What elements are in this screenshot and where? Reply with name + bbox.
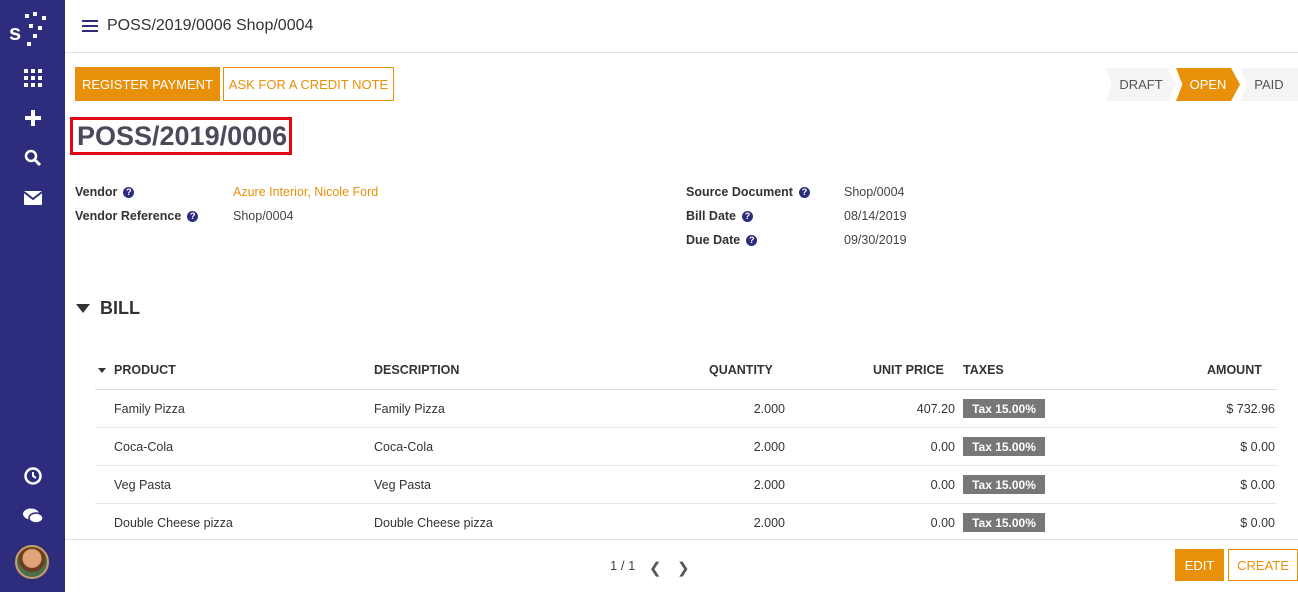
vendor-reference-label-text: Vendor Reference [75, 209, 182, 223]
help-icon[interactable]: ? [742, 210, 754, 222]
help-icon[interactable]: ? [123, 186, 135, 198]
col-taxes[interactable]: TAXES [963, 363, 1004, 377]
document-title: POSS/2019/0006 [70, 117, 292, 155]
cell-unit-price: 0.00 [930, 478, 955, 492]
collapse-triangle-icon [76, 304, 90, 313]
ask-credit-note-button[interactable]: ASK FOR A CREDIT NOTE [223, 67, 394, 101]
table-row[interactable]: Double Cheese pizza Double Cheese pizza … [95, 504, 1277, 542]
tax-badge: Tax 15.00% [963, 475, 1045, 494]
search-icon[interactable] [0, 143, 65, 173]
avatar[interactable] [15, 545, 49, 579]
sidebar: s [0, 0, 65, 592]
col-description[interactable]: DESCRIPTION [374, 363, 459, 377]
plus-icon[interactable] [0, 103, 65, 133]
breadcrumb: POSS/2019/0006 Shop/0004 [107, 17, 314, 34]
cell-product: Veg Pasta [114, 478, 171, 492]
apps-grid-icon[interactable] [0, 63, 65, 93]
bill-section-toggle[interactable]: BILL [76, 298, 140, 319]
bill-date-label: Bill Date? [686, 209, 754, 223]
pager-value: 1 / 1 [610, 558, 636, 573]
cell-description: Coca-Cola [374, 440, 434, 454]
cell-description: Family Pizza [374, 402, 445, 416]
svg-text:s: s [9, 20, 21, 45]
mail-icon[interactable] [0, 183, 65, 213]
bill-date-label-text: Bill Date [686, 209, 737, 223]
vendor-reference-value: Shop/0004 [233, 209, 294, 223]
vendor-reference-label: Vendor Reference? [75, 209, 199, 223]
table-row[interactable]: Family Pizza Family Pizza 2.000 407.20 T… [95, 390, 1277, 428]
due-date-label: Due Date? [686, 233, 758, 247]
cell-quantity: 2.000 [753, 516, 785, 530]
due-date-value: 09/30/2019 [844, 233, 907, 247]
due-date-label-text: Due Date [686, 233, 741, 247]
cell-amount: $ 0.00 [1240, 516, 1275, 530]
cell-unit-price: 407.20 [916, 402, 955, 416]
tax-badge: Tax 15.00% [963, 437, 1045, 456]
register-payment-button[interactable]: REGISTER PAYMENT [75, 67, 220, 101]
menu-toggle-icon[interactable] [82, 20, 98, 34]
cell-product: Coca-Cola [114, 440, 174, 454]
cell-quantity: 2.000 [753, 478, 785, 492]
cell-unit-price: 0.00 [930, 440, 955, 454]
create-button[interactable]: CREATE [1228, 549, 1298, 581]
section-title: BILL [100, 298, 140, 318]
help-icon[interactable]: ? [187, 210, 199, 222]
help-icon[interactable]: ? [746, 234, 758, 246]
clock-icon[interactable] [0, 461, 65, 491]
chevron-left-icon[interactable]: ❮ [649, 559, 662, 577]
col-product[interactable]: PRODUCT [114, 363, 176, 377]
vendor-label: Vendor? [75, 185, 135, 199]
tax-badge: Tax 15.00% [963, 513, 1045, 532]
cell-amount: $ 0.00 [1240, 440, 1275, 454]
cell-quantity: 2.000 [753, 402, 785, 416]
cell-amount: $ 732.96 [1226, 402, 1275, 416]
chevron-right-icon[interactable]: ❯ [677, 559, 690, 577]
source-document-label: Source Document? [686, 185, 810, 199]
col-amount[interactable]: AMOUNT [1207, 363, 1262, 377]
app-logo[interactable]: s [9, 10, 55, 50]
topbar: POSS/2019/0006 Shop/0004 [65, 0, 1298, 53]
source-document-label-text: Source Document [686, 185, 793, 199]
source-document-value: Shop/0004 [844, 185, 905, 199]
tax-badge: Tax 15.00% [963, 399, 1045, 418]
cell-product: Double Cheese pizza [114, 516, 233, 530]
vendor-label-text: Vendor [75, 185, 118, 199]
sort-desc-icon[interactable] [98, 368, 106, 373]
cell-unit-price: 0.00 [930, 516, 955, 530]
cell-description: Veg Pasta [374, 478, 431, 492]
col-unit-price[interactable]: UNIT PRICE [873, 363, 944, 377]
table-row[interactable]: Veg Pasta Veg Pasta 2.000 0.00 Tax 15.00… [95, 466, 1277, 504]
vendor-value[interactable]: Azure Interior, Nicole Ford [233, 185, 378, 199]
status-open[interactable]: OPEN [1176, 68, 1240, 101]
status-draft[interactable]: DRAFT [1106, 68, 1176, 101]
footer-bar: 1 / 1 ❮ ❯ EDIT CREATE [65, 539, 1298, 592]
col-quantity[interactable]: QUANTITY [709, 363, 773, 377]
edit-button[interactable]: EDIT [1175, 549, 1224, 581]
help-icon[interactable]: ? [798, 186, 810, 198]
status-paid[interactable]: PAID [1240, 68, 1298, 101]
cell-description: Double Cheese pizza [374, 516, 493, 530]
cell-product: Family Pizza [114, 402, 185, 416]
bill-date-value: 08/14/2019 [844, 209, 907, 223]
table-row[interactable]: Coca-Cola Coca-Cola 2.000 0.00 Tax 15.00… [95, 428, 1277, 466]
cell-amount: $ 0.00 [1240, 478, 1275, 492]
chat-icon[interactable] [0, 501, 65, 531]
table-header: PRODUCT DESCRIPTION QUANTITY UNIT PRICE … [95, 352, 1277, 390]
cell-quantity: 2.000 [753, 440, 785, 454]
